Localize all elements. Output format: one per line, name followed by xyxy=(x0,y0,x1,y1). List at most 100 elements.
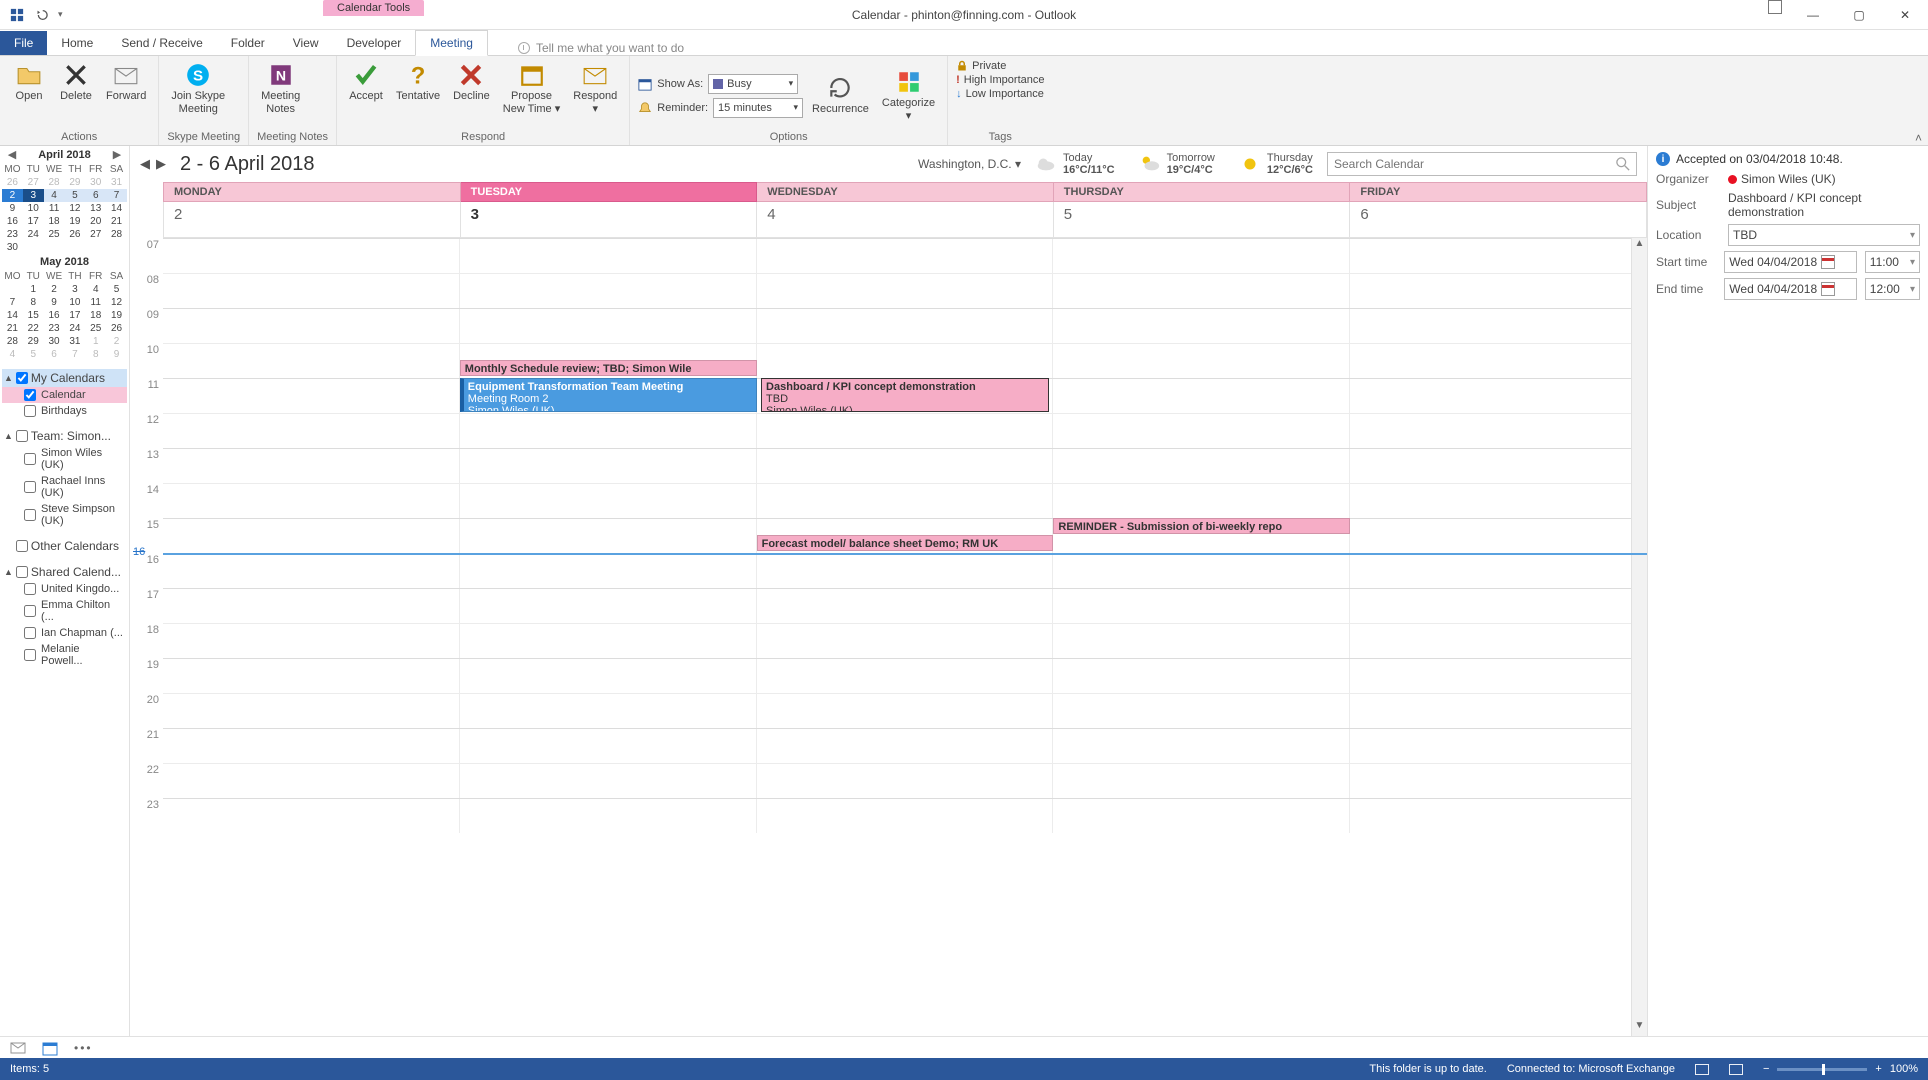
cal-item-calendar[interactable]: Calendar xyxy=(2,387,127,403)
mini-calendar-may[interactable]: MOTUWETHFRSA 12345 789101112 14151617181… xyxy=(2,270,127,361)
event-reminder[interactable]: REMINDER - Submission of bi-weekly repo xyxy=(1053,518,1350,534)
scroll-down-button[interactable]: ▼ xyxy=(1632,1020,1647,1036)
datehdr-6[interactable]: 6 xyxy=(1350,202,1647,238)
recurrence-button[interactable]: Recurrence xyxy=(808,73,873,118)
event-dashboard-kpi[interactable]: Dashboard / KPI concept demonstration TB… xyxy=(761,378,1049,412)
event-equipment-meeting[interactable]: Equipment Transformation Team Meeting Me… xyxy=(460,378,757,412)
undo-icon[interactable] xyxy=(34,8,48,22)
maximize-button[interactable]: ▢ xyxy=(1836,0,1882,30)
qat-dropdown-icon[interactable]: ▾ xyxy=(58,9,63,20)
tab-home[interactable]: Home xyxy=(47,31,107,55)
view-reading-icon[interactable] xyxy=(1729,1064,1743,1075)
weather-tomorrow[interactable]: Tomorrow19°C/4°C xyxy=(1139,152,1215,176)
datehdr-3[interactable]: 3 xyxy=(461,202,758,238)
calendar-nav-icon[interactable] xyxy=(42,1040,58,1056)
ribbon-group-skype: SJoin Skype Meeting Skype Meeting xyxy=(159,56,249,145)
start-date-input[interactable]: Wed 04/04/2018 xyxy=(1724,251,1856,273)
tab-developer[interactable]: Developer xyxy=(333,31,416,55)
zoom-in-button[interactable]: + xyxy=(1875,1063,1881,1075)
private-toggle[interactable]: Private xyxy=(956,60,1044,72)
cal-item-ian[interactable]: Ian Chapman (... xyxy=(2,625,127,641)
ribbon-group-options: Show As: Busy ▾ Reminder: 15 minutes▾ Re… xyxy=(630,56,948,145)
propose-time-button[interactable]: Propose New Time ▾ xyxy=(499,60,564,117)
calendar-icon[interactable] xyxy=(1821,255,1835,269)
zoom-out-button[interactable]: − xyxy=(1763,1063,1769,1075)
event-monthly-schedule[interactable]: Monthly Schedule review; TBD; Simon Wile xyxy=(460,360,757,376)
decline-button[interactable]: Decline xyxy=(449,60,494,105)
join-skype-button[interactable]: SJoin Skype Meeting xyxy=(167,60,229,117)
tell-me[interactable]: Tell me what you want to do xyxy=(518,41,684,55)
shared-calendars-header[interactable]: ▲Shared Calend... xyxy=(2,563,127,581)
accept-button[interactable]: Accept xyxy=(345,60,387,105)
datehdr-2[interactable]: 2 xyxy=(163,202,461,238)
zoom-slider[interactable] xyxy=(1777,1068,1867,1071)
cal-item-rachael[interactable]: Rachael Inns (UK) xyxy=(2,473,127,501)
days-grid[interactable]: 16 Monthly Schedule review; TBD; Simon W… xyxy=(163,238,1647,1036)
weather-today[interactable]: Today16°C/11°C xyxy=(1035,152,1115,176)
contextual-tab-label: Calendar Tools xyxy=(323,0,424,16)
tab-folder[interactable]: Folder xyxy=(217,31,279,55)
close-button[interactable]: ✕ xyxy=(1882,0,1928,30)
tab-meeting[interactable]: Meeting xyxy=(415,30,488,56)
event-forecast-demo[interactable]: Forecast model/ balance sheet Demo; RM U… xyxy=(757,535,1054,551)
tab-file[interactable]: File xyxy=(0,31,47,55)
collapse-ribbon-button[interactable]: ˄ xyxy=(1915,131,1922,145)
cal-item-simon[interactable]: Simon Wiles (UK) xyxy=(2,445,127,473)
tab-sendreceive[interactable]: Send / Receive xyxy=(107,31,216,55)
ribbon-display-options-icon[interactable] xyxy=(1768,0,1782,14)
my-calendars-checkbox[interactable] xyxy=(16,372,28,384)
my-calendars-header[interactable]: ▲My Calendars xyxy=(2,369,127,387)
group-label: Tags xyxy=(956,131,1044,145)
search-input[interactable] xyxy=(1334,157,1616,171)
search-icon[interactable] xyxy=(1616,157,1630,171)
delete-button[interactable]: Delete xyxy=(55,60,97,105)
meeting-notes-button[interactable]: NMeeting Notes xyxy=(257,60,304,117)
end-time-select[interactable]: 12:00▾ xyxy=(1865,278,1920,300)
prev-week-button[interactable]: ◀ xyxy=(140,156,150,172)
tab-view[interactable]: View xyxy=(279,31,333,55)
group-label: Skype Meeting xyxy=(167,131,240,145)
mini-calendar-april[interactable]: MOTUWETHFRSA 262728293031 234567 9101112… xyxy=(2,163,127,254)
low-importance-button[interactable]: ↓Low Importance xyxy=(956,88,1044,100)
accepted-banner: i Accepted on 03/04/2018 10:48. xyxy=(1656,152,1920,166)
cal-item-birthdays[interactable]: Birthdays xyxy=(2,403,127,419)
current-time-indicator: 16 xyxy=(163,553,1647,555)
forward-button[interactable]: Forward xyxy=(102,60,150,105)
minimize-button[interactable]: — xyxy=(1790,0,1836,30)
vertical-scrollbar[interactable]: ▲ ▼ xyxy=(1631,238,1647,1036)
categorize-button[interactable]: Categorize ▾ xyxy=(878,67,939,124)
respond-button[interactable]: Respond ▾ xyxy=(569,60,621,117)
datehdr-5[interactable]: 5 xyxy=(1054,202,1351,238)
next-month-button[interactable]: ▶ xyxy=(111,148,123,161)
other-calendars-header[interactable]: ▲Other Calendars xyxy=(2,537,127,555)
view-normal-icon[interactable] xyxy=(1695,1064,1709,1075)
location-select[interactable]: Washington, D.C. ▾ xyxy=(918,157,1021,171)
cal-item-steve[interactable]: Steve Simpson (UK) xyxy=(2,501,127,529)
cal-item-emma[interactable]: Emma Chilton (... xyxy=(2,597,127,625)
prev-month-button[interactable]: ◀ xyxy=(6,148,18,161)
tentative-button[interactable]: ?Tentative xyxy=(392,60,444,105)
cal-item-uk[interactable]: United Kingdo... xyxy=(2,581,127,597)
cal-item-melanie[interactable]: Melanie Powell... xyxy=(2,641,127,669)
end-date-input[interactable]: Wed 04/04/2018 xyxy=(1724,278,1856,300)
reminder-select[interactable]: 15 minutes▾ xyxy=(713,98,803,118)
partly-cloudy-icon xyxy=(1139,153,1161,175)
mail-nav-icon[interactable] xyxy=(10,1040,26,1056)
title-bar: ▾ Calendar Tools Calendar - phinton@finn… xyxy=(0,0,1928,30)
calendar-icon[interactable] xyxy=(1821,282,1835,296)
start-time-select[interactable]: 11:00▾ xyxy=(1865,251,1920,273)
zoom-control[interactable]: − + 100% xyxy=(1763,1063,1918,1075)
next-week-button[interactable]: ▶ xyxy=(156,156,166,172)
team-calendars-header[interactable]: ▲Team: Simon... xyxy=(2,427,127,445)
more-nav-button[interactable]: ••• xyxy=(74,1041,93,1055)
weather-thursday[interactable]: Thursday12°C/6°C xyxy=(1239,152,1313,176)
day-headers: MONDAY TUESDAY WEDNESDAY THURSDAY FRIDAY xyxy=(163,182,1647,202)
datehdr-4[interactable]: 4 xyxy=(757,202,1054,238)
search-box[interactable] xyxy=(1327,152,1637,176)
location-select[interactable]: TBD▾ xyxy=(1728,224,1920,246)
ribbon: Open Delete Forward Actions SJoin Skype … xyxy=(0,56,1928,146)
show-as-select[interactable]: Busy ▾ xyxy=(708,74,798,94)
scroll-up-button[interactable]: ▲ xyxy=(1632,238,1647,254)
high-importance-button[interactable]: !High Importance xyxy=(956,74,1044,86)
open-button[interactable]: Open xyxy=(8,60,50,105)
